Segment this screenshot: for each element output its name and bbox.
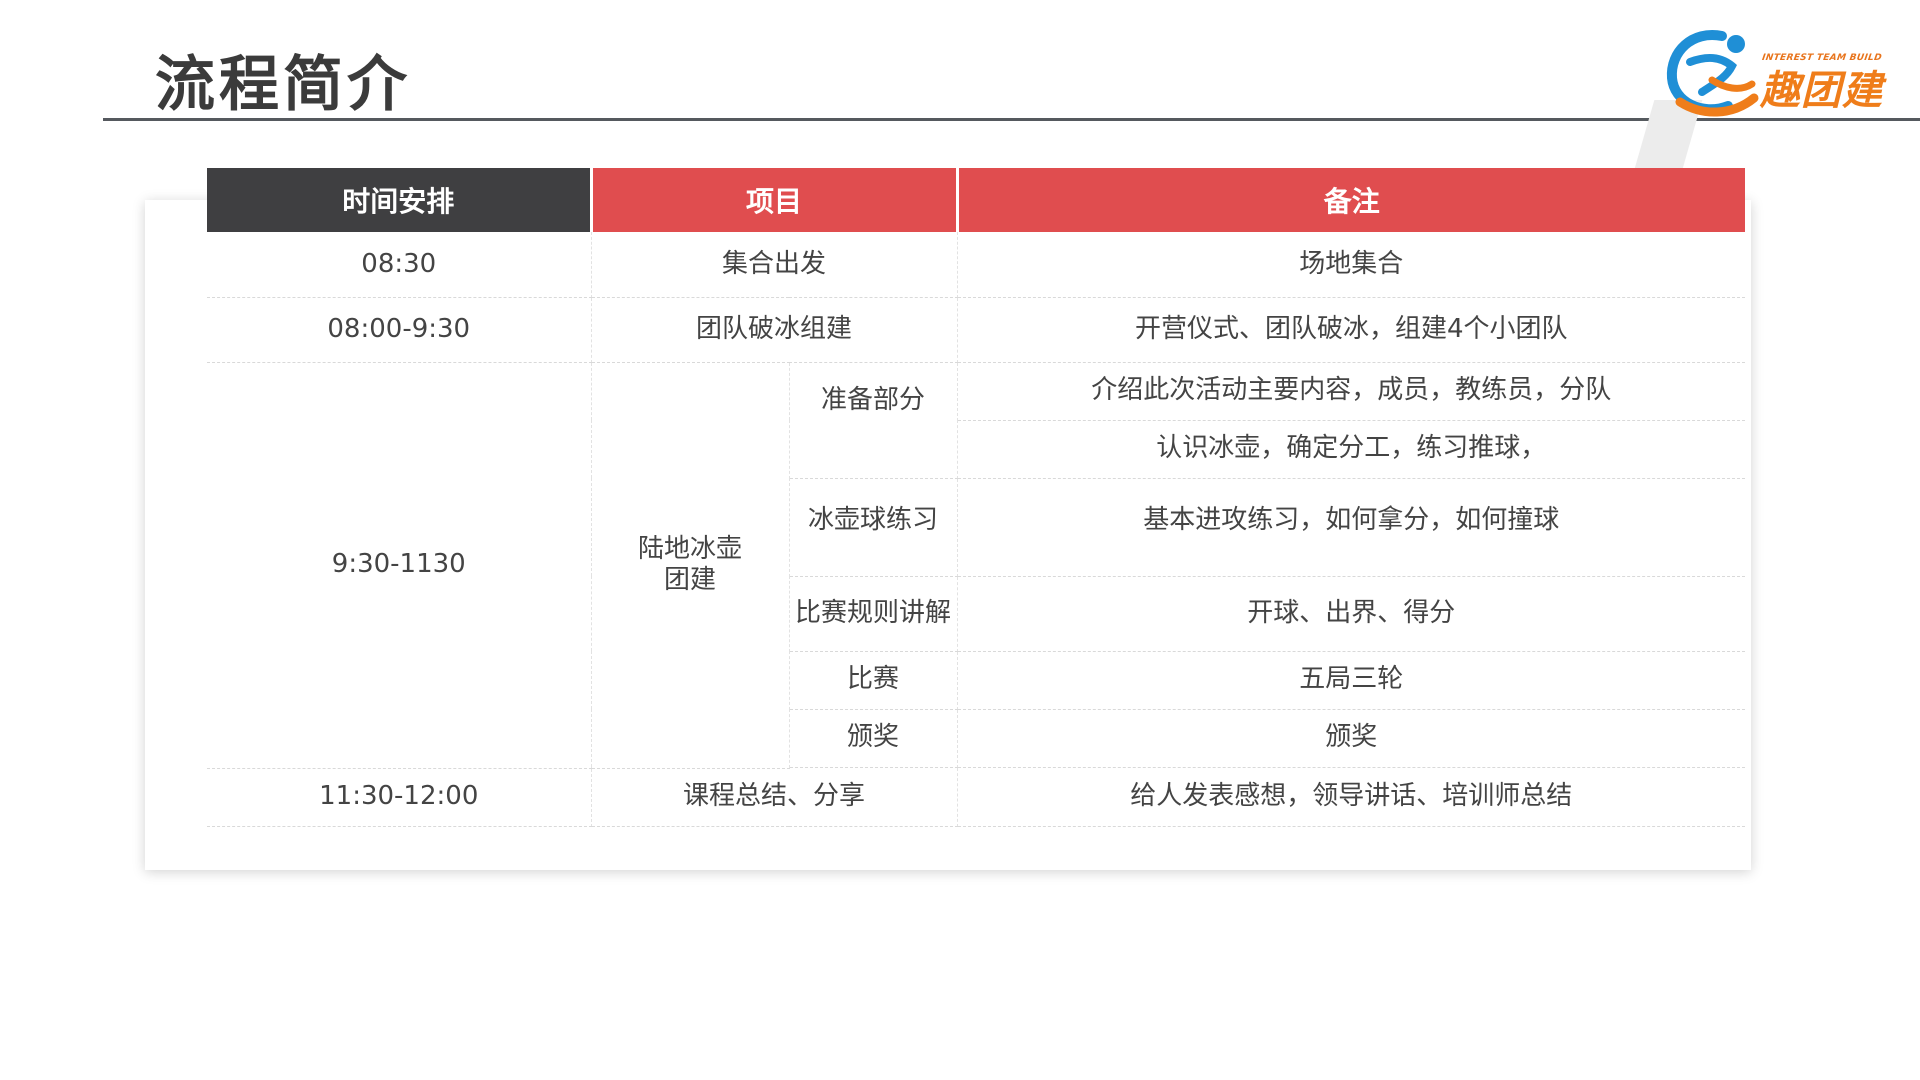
cell-project: 课程总结、分享 — [591, 768, 958, 827]
table-row: 9:30-1130 陆地冰壶 团建 准备部分 介绍此次活动主要内容，成员，教练员… — [207, 362, 1746, 769]
cell-project: 集合出发 — [591, 232, 958, 298]
cell-note: 开营仪式、团队破冰，组建4个小团队 — [957, 297, 1746, 363]
cell-time: 08:00-9:30 — [207, 297, 592, 363]
cell-note: 给人发表感想，领导讲话、培训师总结 — [957, 768, 1746, 827]
project-group-line1: 陆地冰壶 — [637, 533, 742, 564]
cell-note: 开球、出界、得分 — [957, 576, 1746, 652]
page-title: 流程简介 — [155, 50, 411, 120]
cell-project: 团队破冰组建 — [591, 297, 958, 363]
header-note: 备注 — [957, 168, 1746, 232]
cell-time: 11:30-12:00 — [207, 768, 592, 827]
table-row: 08:00-9:30 团队破冰组建 开营仪式、团队破冰，组建4个小团队 — [207, 297, 1746, 363]
cell-note: 介绍此次活动主要内容，成员，教练员，分队 — [957, 362, 1746, 421]
cell-subitem: 准备部分 — [789, 362, 958, 479]
project-group-line2: 团建 — [663, 565, 716, 595]
cell-note: 基本进攻练习，如何拿分，如何撞球 — [957, 478, 1746, 577]
logo-name: 趣团建 — [1760, 68, 1883, 114]
header-time: 时间安排 — [207, 168, 593, 232]
schedule-table: 时间安排 项目 备注 08:30 集合出发 场地集合 08:00-9:30 团队… — [207, 168, 1746, 827]
cell-project-group: 陆地冰壶 团建 — [591, 362, 790, 769]
cell-subitem: 颁奖 — [789, 709, 958, 768]
cell-note: 场地集合 — [957, 232, 1746, 298]
cell-subitem: 比赛 — [789, 651, 958, 710]
header-project: 项目 — [591, 168, 959, 232]
table-header-row: 时间安排 项目 备注 — [207, 168, 1746, 232]
table-row: 08:30 集合出发 场地集合 — [207, 232, 1746, 298]
cell-time: 08:30 — [207, 232, 592, 298]
cell-note: 五局三轮 — [957, 651, 1746, 710]
cell-time: 9:30-1130 — [207, 362, 592, 769]
cell-note: 认识冰壶，确定分工，练习推球， — [957, 420, 1746, 479]
table-row: 11:30-12:00 课程总结、分享 给人发表感想，领导讲话、培训师总结 — [207, 768, 1746, 827]
cell-subitem: 比赛规则讲解 — [789, 576, 958, 652]
cell-note: 颁奖 — [957, 709, 1746, 768]
cell-subitem: 冰壶球练习 — [789, 478, 958, 577]
